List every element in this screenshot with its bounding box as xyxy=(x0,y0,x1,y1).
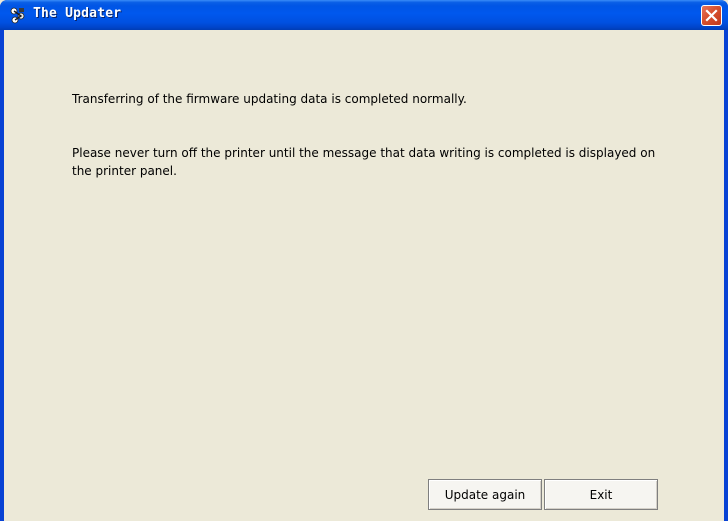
close-button[interactable] xyxy=(701,5,722,26)
title-bar[interactable]: The Updater xyxy=(0,0,728,30)
update-again-button[interactable]: Update again xyxy=(428,479,542,510)
exit-button[interactable]: Exit xyxy=(544,479,658,510)
window-title: The Updater xyxy=(33,6,122,21)
client-area: Transferring of the firmware updating da… xyxy=(4,30,724,521)
transfer-complete-message: Transferring of the firmware updating da… xyxy=(72,92,467,106)
updater-window: The Updater Transferring of the firmware… xyxy=(0,0,728,521)
app-icon xyxy=(9,7,27,24)
power-warning-message: Please never turn off the printer until … xyxy=(72,146,656,178)
